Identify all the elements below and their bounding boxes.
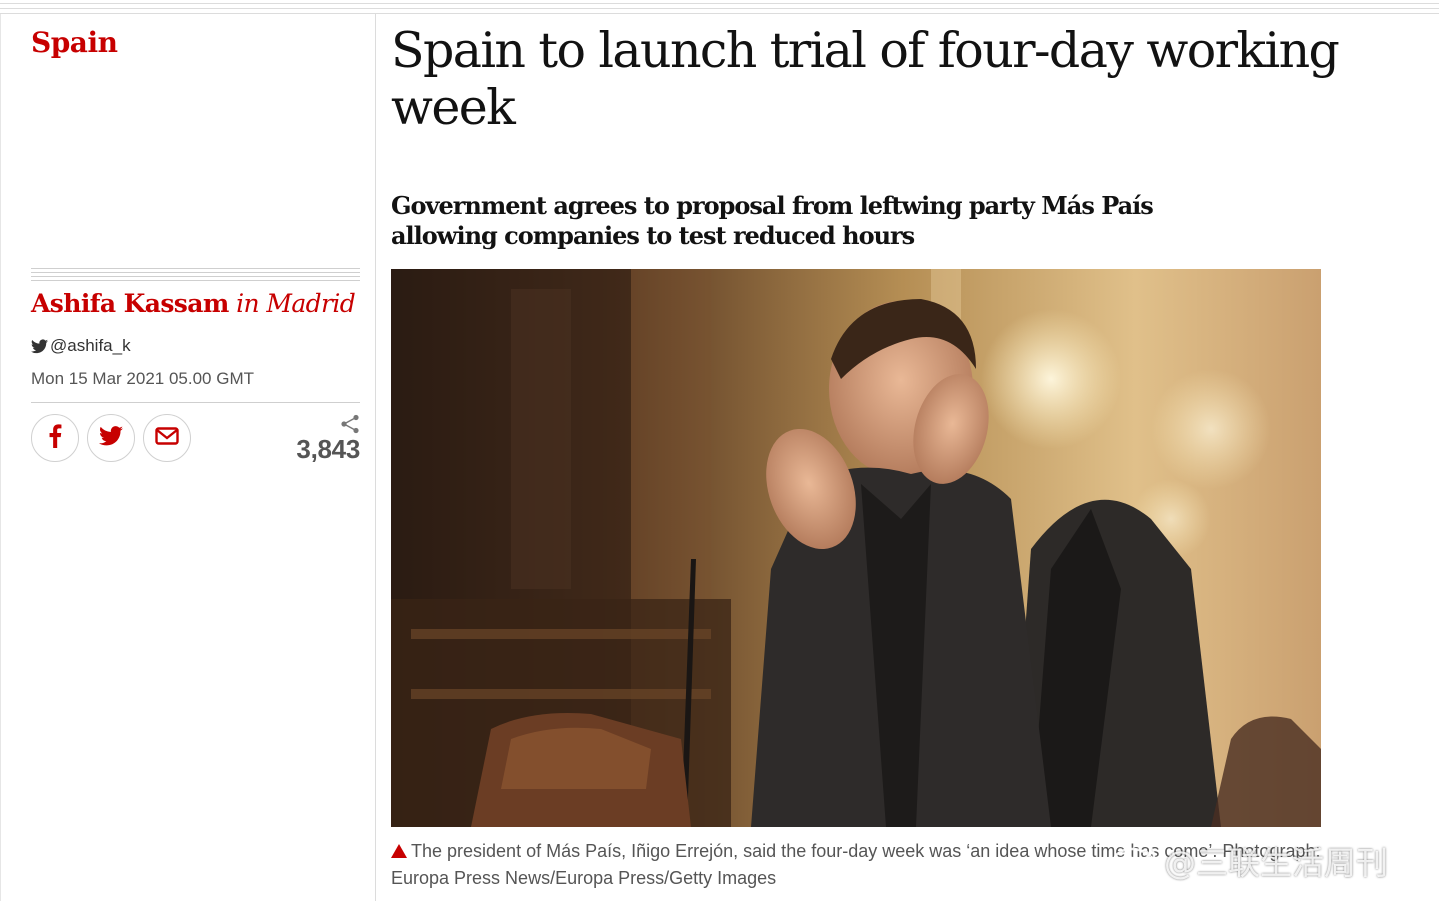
- byline: Ashifa Kassam in Madrid: [31, 289, 356, 318]
- publish-date: Mon 15 Mar 2021 05.00 GMT: [31, 369, 255, 388]
- email-share-button[interactable]: [143, 414, 191, 462]
- article-standfirst: Government agrees to proposal from leftw…: [391, 191, 1154, 250]
- twitter-share-button[interactable]: [87, 414, 135, 462]
- byline-location: in Madrid: [236, 289, 356, 318]
- facebook-share-button[interactable]: [31, 414, 79, 462]
- weibo-logo-icon: [1112, 839, 1158, 883]
- byline-rules: [31, 268, 360, 282]
- article-photo: [391, 269, 1321, 827]
- twitter-link[interactable]: @ashifa_k: [31, 336, 131, 356]
- top-border-rules: [0, 0, 1439, 14]
- watermark: @三联生活周刊: [1112, 838, 1388, 884]
- share-count: 3,843: [296, 434, 360, 464]
- article-headline: Spain to launch trial of four-day workin…: [391, 22, 1340, 136]
- column-divider: [375, 14, 376, 901]
- twitter-handle: @ashifa_k: [50, 336, 131, 355]
- author-name[interactable]: Ashifa Kassam: [31, 289, 229, 318]
- twitter-bird-icon: [31, 339, 48, 354]
- section-label[interactable]: Spain: [31, 26, 118, 59]
- caption-triangle-icon: [391, 844, 407, 858]
- email-icon: [155, 427, 179, 449]
- watermark-text: @三联生活周刊: [1164, 844, 1389, 882]
- share-divider: [31, 402, 360, 403]
- facebook-icon: [48, 424, 62, 452]
- left-edge-rule: [0, 14, 1, 901]
- twitter-icon: [99, 426, 123, 450]
